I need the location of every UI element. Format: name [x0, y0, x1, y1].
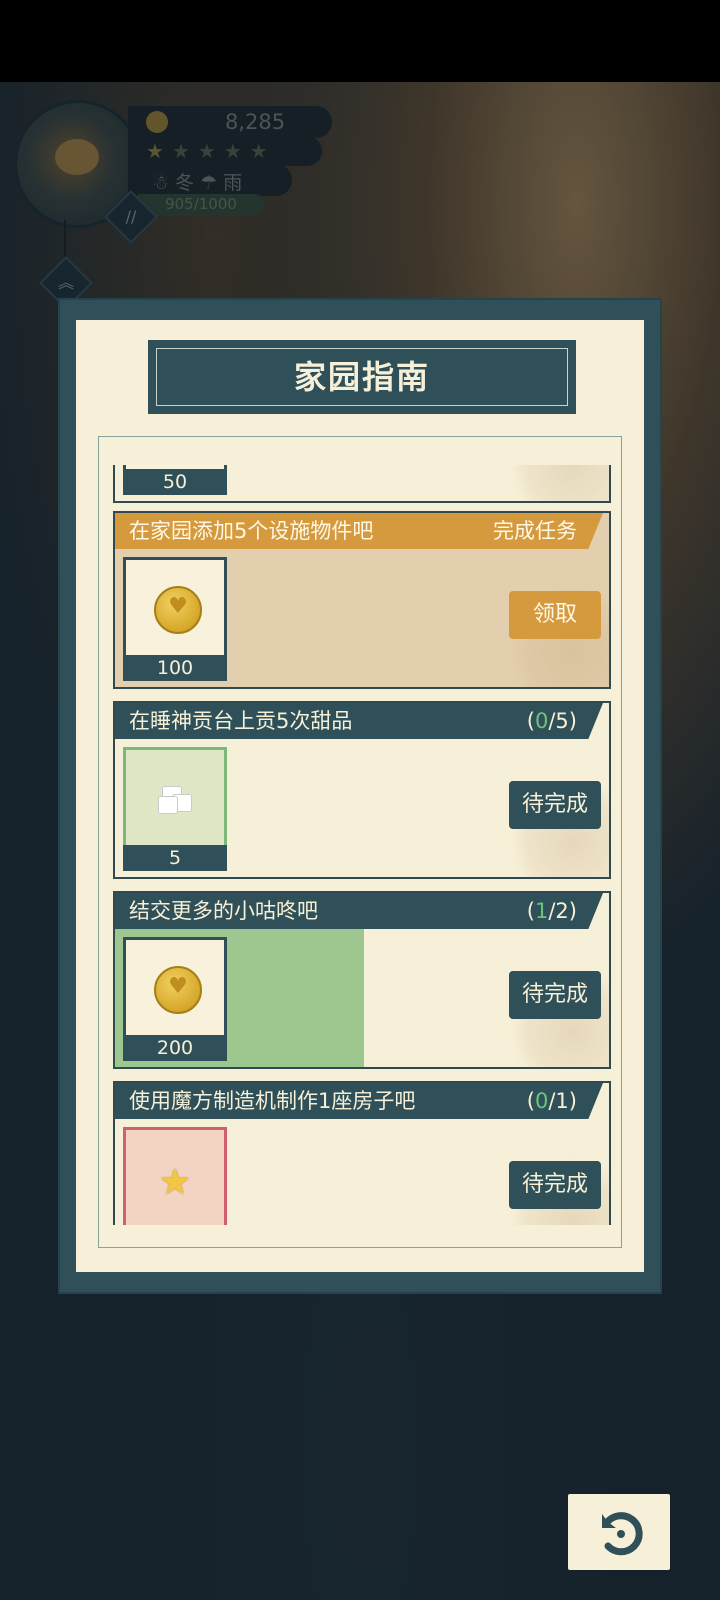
- task-progress: (0/1): [526, 1089, 577, 1113]
- task-card: 结交更多的小咕咚吧 (1/2) ♥ 200 待完成: [113, 891, 611, 1069]
- reward-slot: ♥ 50: [123, 465, 227, 495]
- reward-slot: 5: [123, 747, 227, 871]
- task-header: 结交更多的小咕咚吧 (1/2): [115, 893, 603, 929]
- star-icon: ★: [158, 1162, 192, 1203]
- task-list-frame: ♥ 50 在家园添加5个设施物件吧 完成任务 ♥ 100 领取: [98, 436, 622, 1248]
- task-card: 在睡神贡台上贡5次甜品 (0/5) 5 待完成: [113, 701, 611, 879]
- reward-count: 5: [123, 845, 227, 871]
- task-header: 在睡神贡台上贡5次甜品 (0/5): [115, 703, 603, 739]
- reward-slot: ★: [123, 1127, 227, 1225]
- task-header: 在家园添加5个设施物件吧 完成任务: [115, 513, 603, 549]
- status-bar: [0, 0, 720, 82]
- task-status: 完成任务: [493, 519, 577, 543]
- reward-count: 50: [123, 469, 227, 495]
- home-guide-panel: 家园指南 ♥ 50 在家园添加5个设施物件吧 完成任务: [58, 298, 662, 1294]
- pending-button[interactable]: 待完成: [509, 781, 601, 829]
- reward-slot: ♥ 200: [123, 937, 227, 1061]
- task-card: ♥ 50: [113, 465, 611, 503]
- task-progress: (0/5): [526, 709, 577, 733]
- panel-content: 家园指南 ♥ 50 在家园添加5个设施物件吧 完成任务: [76, 320, 644, 1272]
- task-card: 使用魔方制造机制作1座房子吧 (0/1) ★ 待完成: [113, 1081, 611, 1225]
- task-title: 在家园添加5个设施物件吧: [129, 519, 374, 543]
- task-header: 使用魔方制造机制作1座房子吧 (0/1): [115, 1083, 603, 1119]
- task-title: 使用魔方制造机制作1座房子吧: [129, 1089, 416, 1113]
- reward-slot: ♥ 100: [123, 557, 227, 681]
- task-title: 结交更多的小咕咚吧: [129, 899, 318, 923]
- back-button[interactable]: [568, 1494, 670, 1570]
- pending-button[interactable]: 待完成: [509, 971, 601, 1019]
- coin-icon: ♥: [154, 586, 202, 634]
- task-card: 在家园添加5个设施物件吧 完成任务 ♥ 100 领取: [113, 511, 611, 689]
- task-list[interactable]: ♥ 50 在家园添加5个设施物件吧 完成任务 ♥ 100 领取: [113, 465, 613, 1225]
- task-progress: (1/2): [526, 899, 577, 923]
- title-banner: 家园指南: [148, 340, 576, 414]
- coin-icon: ♥: [154, 966, 202, 1014]
- claim-button[interactable]: 领取: [509, 591, 601, 639]
- reward-count: 200: [123, 1035, 227, 1061]
- undo-icon: [602, 1512, 643, 1556]
- sugar-cube-icon: [158, 784, 194, 814]
- panel-title: 家园指南: [293, 358, 430, 396]
- task-title: 在睡神贡台上贡5次甜品: [129, 709, 353, 733]
- pending-button[interactable]: 待完成: [509, 1161, 601, 1209]
- reward-count: 100: [123, 655, 227, 681]
